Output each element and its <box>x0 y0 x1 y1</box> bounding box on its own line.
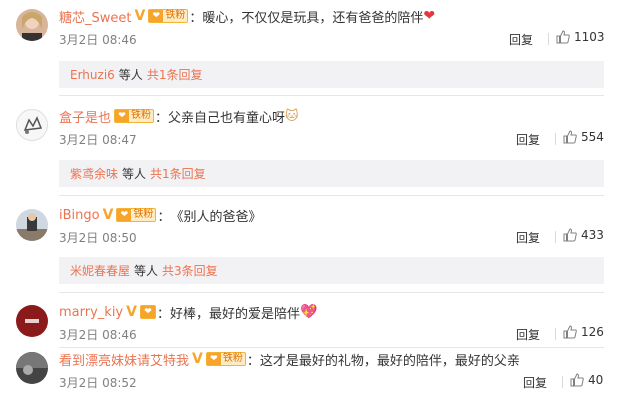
reply-button[interactable]: 回复 <box>516 131 540 148</box>
username[interactable]: 糖芯_Sweet <box>59 7 131 26</box>
fan-badge: ❤ 铁粉 <box>205 352 246 366</box>
sub-reply-box[interactable]: 米妮春春屋 等人 共3条回复 <box>59 257 604 284</box>
divider <box>59 95 604 96</box>
cat-emoji-icon: 🐱 <box>285 108 299 124</box>
sub-reply-box[interactable]: 紫鸢余味 等人 共1条回复 <box>59 160 604 187</box>
comment-time: 3月2日 08:52 <box>59 376 137 390</box>
verified-v-icon: V <box>192 351 203 367</box>
sub-reply-box[interactable]: Erhuzi6 等人 共1条回复 <box>59 61 604 88</box>
like-count: 40 <box>588 373 604 387</box>
like-button[interactable]: 433 <box>563 228 604 242</box>
comment-time: 3月2日 08:46 <box>59 328 137 342</box>
reply-button[interactable]: 回复 <box>516 326 540 343</box>
divider <box>59 347 604 348</box>
divider <box>555 328 556 340</box>
divider <box>555 231 556 243</box>
like-button[interactable]: 40 <box>570 373 603 387</box>
sub-reply-user[interactable]: 紫鸢余味 <box>70 165 118 182</box>
view-replies-link[interactable]: 共3条回复 <box>162 262 218 279</box>
fan-badge: ❤ 铁粉 <box>114 109 155 123</box>
sub-reply-user[interactable]: 米妮春春屋 <box>70 262 130 279</box>
fan-badge: ❤ 铁粉 <box>148 9 189 23</box>
username[interactable]: marry_kiy <box>59 305 123 320</box>
thumbs-up-icon <box>563 325 577 339</box>
verified-v-icon: V <box>134 8 146 24</box>
like-count: 433 <box>581 228 604 242</box>
reply-button[interactable]: 回复 <box>509 31 533 48</box>
avatar[interactable] <box>16 109 48 141</box>
comment-time: 3月2日 08:50 <box>59 231 137 245</box>
reply-button[interactable]: 回复 <box>516 229 540 246</box>
like-button[interactable]: 1103 <box>556 30 605 44</box>
comment-time: 3月2日 08:47 <box>59 133 137 147</box>
thumbs-up-icon <box>570 373 584 387</box>
sub-reply-user[interactable]: Erhuzi6 <box>70 68 115 82</box>
avatar[interactable] <box>16 209 48 241</box>
view-replies-link[interactable]: 共1条回复 <box>150 165 206 182</box>
thumbs-up-icon <box>563 130 577 144</box>
like-button[interactable]: 554 <box>563 130 604 144</box>
sparkle-heart-icon: 💖 <box>300 304 318 320</box>
verified-v-icon: V <box>102 207 114 223</box>
comment-text: 这才是最好的礼物，最好的陪伴，最好的父亲 <box>259 353 520 369</box>
avatar[interactable] <box>16 305 48 337</box>
divider <box>59 292 604 293</box>
like-count: 554 <box>581 130 604 144</box>
comment-text: 父亲自己也有童心呀 <box>168 110 286 126</box>
username[interactable]: 看到漂亮妹妹请艾特我 <box>59 350 189 369</box>
like-count: 126 <box>581 325 604 339</box>
comment-time: 3月2日 08:46 <box>59 33 137 47</box>
avatar[interactable] <box>16 9 48 41</box>
divider <box>59 195 604 196</box>
thumbs-up-icon <box>563 228 577 242</box>
reply-button[interactable]: 回复 <box>523 374 547 391</box>
comment-text: 暖心，不仅仅是玩具，还有爸爸的陪伴 <box>202 10 424 26</box>
heart-emoji-icon: ❤ <box>423 8 436 24</box>
username[interactable]: 盒子是也 <box>59 107 111 126</box>
comment-text: 好棒，最好的爱是陪伴 <box>169 306 300 322</box>
divider <box>562 376 563 388</box>
like-count: 1103 <box>574 30 605 44</box>
fan-badge: ❤ <box>139 305 156 319</box>
like-button[interactable]: 126 <box>563 325 604 339</box>
divider <box>548 33 549 45</box>
thumbs-up-icon <box>556 30 570 44</box>
fan-badge: ❤ 铁粉 <box>116 208 157 222</box>
divider <box>555 133 556 145</box>
username[interactable]: iBingo <box>59 208 100 223</box>
verified-v-icon: V <box>126 304 137 320</box>
view-replies-link[interactable]: 共1条回复 <box>147 66 203 83</box>
avatar[interactable] <box>16 352 48 384</box>
comment-text: 《别人的爸爸》 <box>170 209 262 225</box>
